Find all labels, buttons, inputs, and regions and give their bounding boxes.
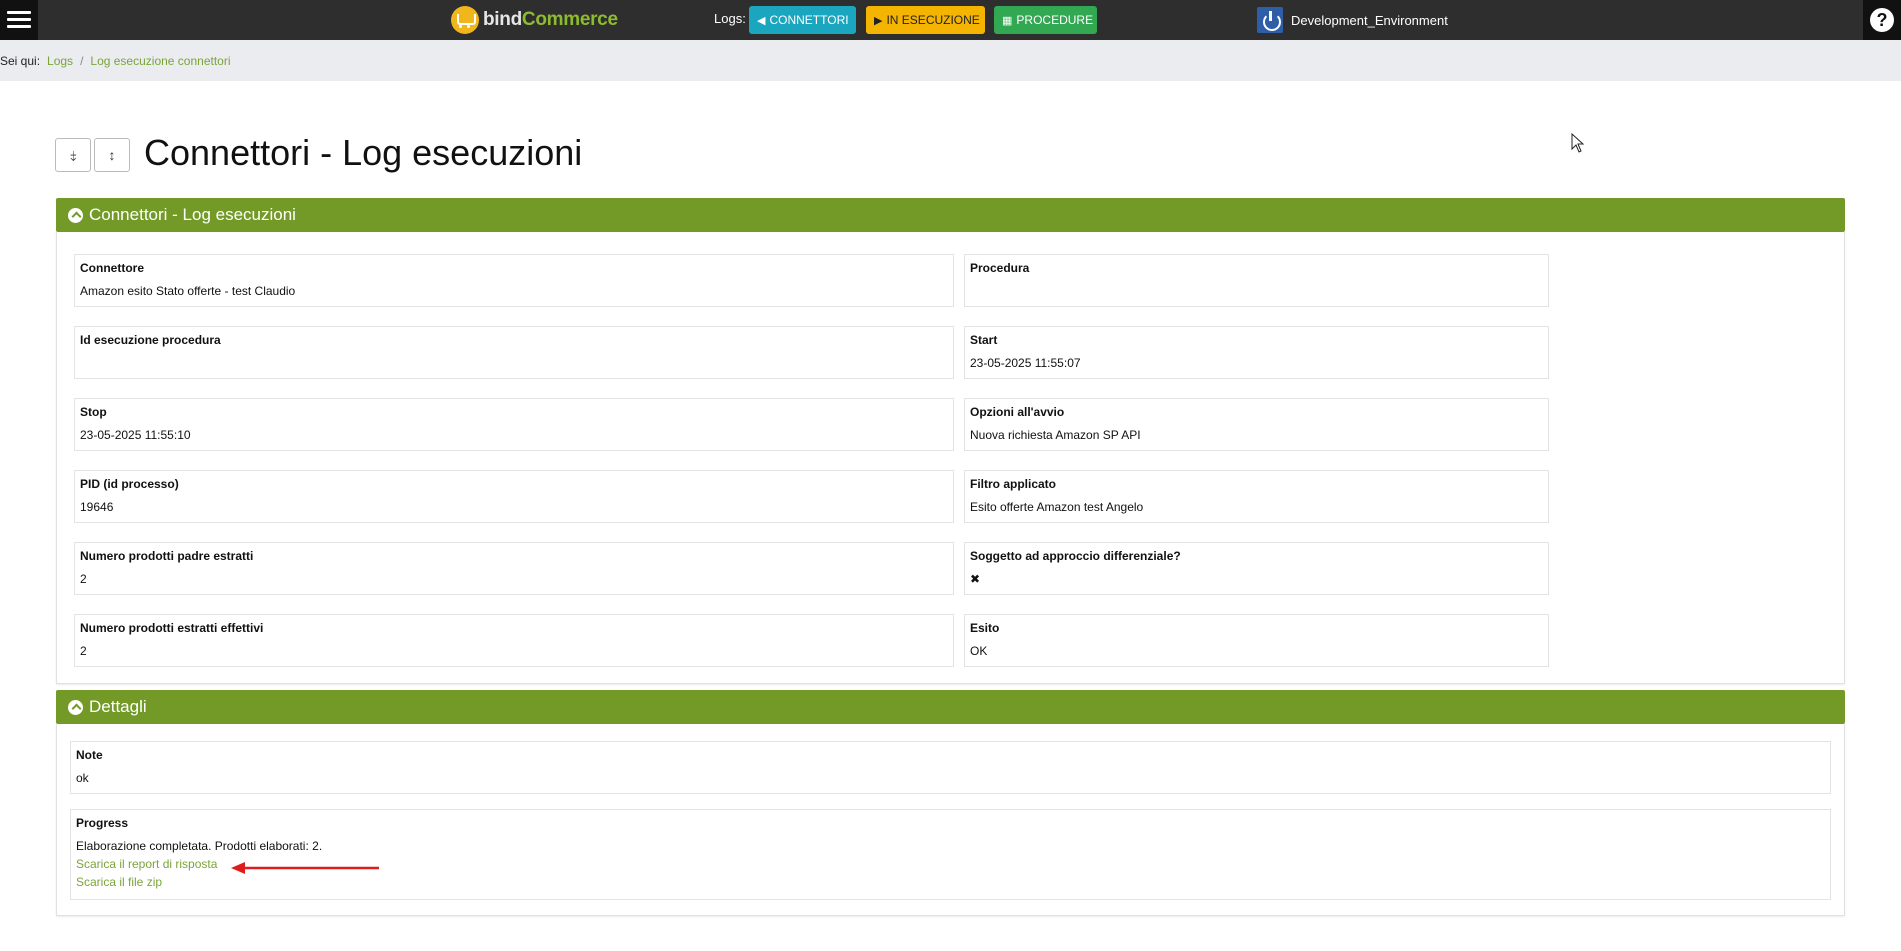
field-note: Note ok bbox=[70, 741, 1831, 794]
in-esecuzione-label: IN ESECUZIONE bbox=[886, 13, 980, 27]
circle-arrow-left-icon: ◀ bbox=[757, 14, 766, 27]
field-progress: Progress Elaborazione completata. Prodot… bbox=[70, 809, 1831, 900]
field-value: ok bbox=[76, 771, 89, 785]
annotation-arrow-icon bbox=[231, 862, 379, 874]
field-stop: Stop 23-05-2025 11:55:10 bbox=[74, 398, 954, 451]
procedure-label: PROCEDURE bbox=[1016, 13, 1094, 27]
mouse-cursor-icon bbox=[1571, 133, 1585, 153]
expand-all-button[interactable]: ↕ bbox=[94, 138, 130, 172]
in-esecuzione-button[interactable]: ▶ IN ESECUZIONE bbox=[866, 6, 985, 34]
field-label: Filtro applicato bbox=[970, 477, 1057, 491]
logs-label: Logs: bbox=[714, 11, 746, 26]
download-zip-link[interactable]: Scarica il file zip bbox=[76, 875, 1825, 889]
cart-logo-icon bbox=[451, 6, 479, 34]
panel-body-log-esecuzioni: Connettore Amazon esito Stato offerte - … bbox=[56, 232, 1845, 684]
help-button[interactable]: ? bbox=[1863, 0, 1901, 40]
breadcrumb-label: Sei qui: bbox=[0, 53, 41, 68]
field-label: Stop bbox=[80, 405, 107, 419]
panel-title: Dettagli bbox=[89, 697, 147, 716]
field-value: 19646 bbox=[80, 500, 114, 514]
field-start: Start 23-05-2025 11:55:07 bbox=[964, 326, 1549, 379]
field-value: 2 bbox=[80, 644, 87, 658]
breadcrumb: Sei qui: Logs / Log esecuzione connettor… bbox=[0, 40, 1901, 81]
field-prodotti-padre: Numero prodotti padre estratti 2 bbox=[74, 542, 954, 595]
calendar-icon: ▦ bbox=[1002, 14, 1013, 27]
question-icon: ? bbox=[1870, 8, 1894, 32]
collapse-all-icon: ⤈ bbox=[69, 146, 77, 163]
field-label: Opzioni all'avvio bbox=[970, 405, 1065, 419]
environment-name: Development_Environment bbox=[1291, 12, 1448, 28]
logo-text: bindCommerce bbox=[483, 9, 618, 30]
field-value: Esito offerte Amazon test Angelo bbox=[970, 500, 1144, 514]
field-label: Progress bbox=[76, 816, 129, 830]
progress-text: Elaborazione completata. Prodotti elabor… bbox=[76, 839, 323, 853]
field-label: Esito bbox=[970, 621, 1000, 635]
expand-all-icon: ↕ bbox=[108, 147, 116, 163]
top-navbar: bindCommerce Logs: ◀ CONNETTORI ▶ IN ESE… bbox=[0, 0, 1901, 40]
field-esito: Esito OK bbox=[964, 614, 1549, 667]
connettori-logs-button[interactable]: ◀ CONNETTORI bbox=[749, 6, 856, 34]
field-value: 23-05-2025 11:55:10 bbox=[80, 428, 191, 442]
field-label: Note bbox=[76, 748, 103, 762]
panel-header-dettagli[interactable]: Dettagli bbox=[56, 690, 1845, 724]
chevron-up-icon bbox=[68, 207, 83, 223]
menu-icon[interactable] bbox=[0, 0, 38, 40]
field-value: 2 bbox=[80, 572, 87, 586]
power-icon bbox=[1257, 7, 1283, 33]
field-label: Procedura bbox=[970, 261, 1030, 275]
field-label: Id esecuzione procedura bbox=[80, 333, 221, 347]
x-mark-icon: ✖ bbox=[970, 572, 981, 586]
field-pid: PID (id processo) 19646 bbox=[74, 470, 954, 523]
field-connettore: Connettore Amazon esito Stato offerte - … bbox=[74, 254, 954, 307]
chevron-up-icon bbox=[68, 699, 83, 715]
connettori-label: CONNETTORI bbox=[769, 13, 849, 27]
circle-arrow-right-icon: ▶ bbox=[874, 14, 883, 27]
environment-switcher[interactable]: Development_Environment bbox=[1257, 7, 1448, 33]
field-label: PID (id processo) bbox=[80, 477, 179, 491]
app-logo[interactable]: bindCommerce bbox=[451, 4, 618, 36]
field-label: Start bbox=[970, 333, 998, 347]
field-id-esecuzione: Id esecuzione procedura bbox=[74, 326, 954, 379]
field-label: Soggetto ad approccio differenziale? bbox=[970, 549, 1181, 563]
field-label: Connettore bbox=[80, 261, 144, 275]
field-value: Amazon esito Stato offerte - test Claudi… bbox=[80, 284, 296, 298]
panel-header-log-esecuzioni[interactable]: Connettori - Log esecuzioni bbox=[56, 198, 1845, 232]
panel-body-dettagli: Note ok Progress Elaborazione completata… bbox=[56, 724, 1845, 916]
breadcrumb-log-esecuzione-connettori[interactable]: Log esecuzione connettori bbox=[90, 54, 230, 68]
field-value: Nuova richiesta Amazon SP API bbox=[970, 428, 1141, 442]
field-prodotti-effettivi: Numero prodotti estratti effettivi 2 bbox=[74, 614, 954, 667]
collapse-all-button[interactable]: ⤈ bbox=[55, 138, 91, 172]
field-value: 23-05-2025 11:55:07 bbox=[970, 356, 1081, 370]
panel-title: Connettori - Log esecuzioni bbox=[89, 205, 296, 224]
field-approccio-differenziale: Soggetto ad approccio differenziale? ✖ bbox=[964, 542, 1549, 595]
field-procedura: Procedura bbox=[964, 254, 1549, 307]
field-label: Numero prodotti padre estratti bbox=[80, 549, 254, 563]
breadcrumb-logs[interactable]: Logs bbox=[47, 54, 73, 68]
field-value: OK bbox=[970, 644, 988, 658]
procedure-logs-button[interactable]: ▦ PROCEDURE bbox=[994, 6, 1097, 34]
page-title: Connettori - Log esecuzioni bbox=[144, 132, 583, 173]
breadcrumb-separator: / bbox=[80, 53, 84, 68]
field-opzioni-avvio: Opzioni all'avvio Nuova richiesta Amazon… bbox=[964, 398, 1549, 451]
field-label: Numero prodotti estratti effettivi bbox=[80, 621, 264, 635]
field-filtro-applicato: Filtro applicato Esito offerte Amazon te… bbox=[964, 470, 1549, 523]
